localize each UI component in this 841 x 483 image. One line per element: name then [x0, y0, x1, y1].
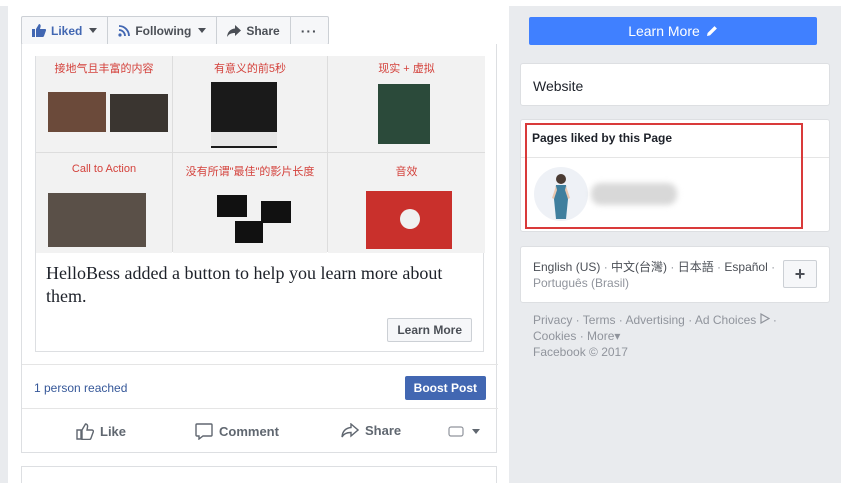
post-card: 接地气且丰富的内容 有意义的前5秒 现实 + 虚拟 Call to Action… [21, 44, 498, 453]
chevron-down-icon [472, 428, 480, 434]
learn-more-button[interactable]: Learn More [387, 318, 472, 342]
grid-cell: 没有所谓"最佳"的影片长度 [173, 153, 327, 253]
language-box: English (US) · 中文(台灣) · 日本語 · Español · … [520, 246, 830, 303]
share-page-button[interactable]: Share [217, 17, 291, 44]
ad-choices-icon [759, 312, 770, 325]
comment-icon [195, 423, 213, 440]
grid-cell: Call to Action [36, 153, 172, 253]
attachment-text: HelloBess added a button to help you lea… [46, 263, 443, 306]
terms-link[interactable]: Terms [583, 313, 616, 327]
pencil-icon[interactable] [706, 25, 718, 37]
play-icon [400, 209, 420, 229]
reactions-icon [448, 426, 464, 437]
share-page-label: Share [246, 23, 280, 38]
comment-button[interactable]: Comment [195, 423, 279, 440]
following-button[interactable]: Following [108, 17, 218, 44]
comment-label: Comment [219, 424, 279, 439]
page-action-bar: Liked Following Share ··· [21, 16, 329, 45]
video-thumbnail [110, 94, 168, 132]
cell-title: 没有所谓"最佳"的影片长度 [185, 166, 315, 178]
boost-post-button[interactable]: Boost Post [404, 376, 486, 400]
share-arrow-icon [227, 24, 242, 37]
language-link[interactable]: Español [724, 260, 767, 274]
cell-title: 有意义的前5秒 [213, 63, 287, 75]
more-link[interactable]: More [587, 329, 614, 343]
share-label: Share [365, 423, 402, 438]
video-thumbnail [261, 201, 291, 223]
share-button[interactable]: Share [341, 423, 401, 438]
language-link[interactable]: 中文(台灣) [611, 260, 667, 274]
thumbs-up-icon [32, 24, 46, 37]
advertising-link[interactable]: Advertising [625, 313, 684, 327]
audience-selector[interactable] [448, 425, 480, 437]
rss-icon [118, 24, 131, 37]
highlight-box [525, 123, 803, 229]
website-box[interactable]: Website [520, 63, 830, 106]
cell-title: 接地气且丰富的内容 [54, 63, 154, 75]
chevron-down-icon [198, 28, 207, 33]
learn-more-cta-button[interactable]: Learn More [529, 17, 817, 45]
language-link[interactable]: Português (Brasil) [533, 276, 629, 290]
video-thumbnail [235, 221, 263, 243]
website-label: Website [533, 78, 584, 94]
language-list: English (US) · 中文(台灣) · 日本語 · Español · … [533, 260, 776, 290]
cell-title: 音效 [395, 166, 418, 178]
grid-cell: 现实 + 虚拟 [328, 56, 485, 152]
more-options-button[interactable]: ··· [291, 17, 328, 44]
liked-label: Liked [51, 23, 83, 38]
reach-row: 1 person reached Boost Post [22, 364, 498, 408]
learn-more-cta-label: Learn More [628, 23, 700, 39]
following-label: Following [135, 23, 192, 38]
like-label: Like [100, 424, 127, 439]
video-thumbnail [48, 92, 106, 132]
video-thumbnail [48, 193, 146, 247]
grid-cell: 音效 [328, 153, 485, 253]
reach-text[interactable]: 1 person reached [34, 381, 127, 395]
cell-title: 现实 + 虚拟 [378, 63, 435, 75]
copyright: Facebook © 2017 [533, 345, 628, 359]
grid-cell: 接地气且丰富的内容 [36, 56, 172, 152]
cookies-link[interactable]: Cookies [533, 329, 576, 343]
video-thumbnail [378, 84, 430, 144]
ad-choices-link[interactable]: Ad Choices [695, 313, 756, 327]
footer-links: Privacy · Terms · Advertising · Ad Choic… [533, 312, 777, 359]
chevron-down-icon: ▾ [614, 329, 621, 343]
infographic-grid: 接地气且丰富的内容 有意义的前5秒 现实 + 虚拟 Call to Action… [36, 56, 485, 253]
thumb-caption [211, 132, 277, 146]
share-arrow-icon [341, 423, 359, 438]
next-post-preview [21, 466, 497, 483]
post-actions-row: Like Comment Share [22, 408, 498, 452]
grid-cell: 有意义的前5秒 [173, 56, 327, 152]
chevron-down-icon [89, 28, 98, 33]
add-language-button[interactable]: + [783, 260, 817, 288]
video-thumbnail [217, 195, 247, 217]
like-button[interactable]: Like [76, 423, 126, 440]
language-selected[interactable]: English (US) [533, 260, 600, 274]
thumbs-up-icon [76, 423, 94, 440]
language-link[interactable]: 日本語 [678, 260, 714, 274]
liked-button[interactable]: Liked [22, 17, 109, 44]
more-dots-icon: ··· [300, 22, 318, 39]
cell-title: Call to Action [71, 163, 137, 175]
link-attachment[interactable]: 接地气且丰富的内容 有意义的前5秒 现实 + 虚拟 Call to Action… [35, 56, 485, 352]
privacy-link[interactable]: Privacy [533, 313, 572, 327]
